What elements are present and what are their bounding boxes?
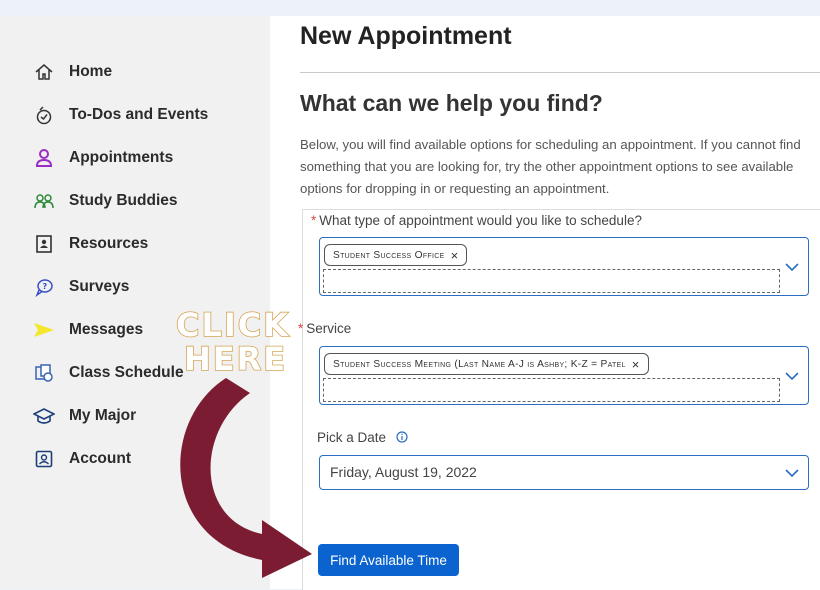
selected-chip: Student Success Meeting (Last Name A-J i… [324,353,649,375]
sidebar-item-label: Resources [69,235,149,252]
chevron-down-icon[interactable] [785,371,799,381]
surveys-icon: ? [33,276,55,298]
main-content: New Appointment What can we help you fin… [270,16,820,590]
sidebar-item-label: Class Schedule [69,364,184,381]
person-icon [33,147,55,169]
sidebar-item-study-buddies[interactable]: Study Buddies [33,190,178,212]
sidebar-item-account[interactable]: Account [33,448,131,470]
service-search-input[interactable] [323,378,780,402]
chip-label: Student Success Office [333,249,445,261]
appointment-type-label: * What type of appointment would you like… [311,213,642,228]
appointment-type-select[interactable]: Student Success Office × [319,237,809,296]
remove-chip-icon[interactable]: × [632,357,640,372]
sidebar-item-surveys[interactable]: ? Surveys [33,276,129,298]
page-title: New Appointment [300,22,512,50]
study-buddies-icon [33,190,55,212]
sidebar-item-appointments[interactable]: Appointments [33,147,173,169]
required-mark: * [298,321,304,336]
sidebar-item-label: Surveys [69,278,130,295]
svg-text:?: ? [43,282,48,291]
sidebar-nav: Home To-Dos and Events Appointments Stud… [0,16,270,589]
graduation-cap-icon [33,405,55,427]
sidebar-item-messages[interactable]: Messages [33,319,143,341]
chip-label: Student Success Meeting (Last Name A-J i… [333,358,626,370]
sidebar-item-label: My Major [69,407,137,424]
todo-icon [33,104,55,126]
chevron-down-icon[interactable] [785,468,799,478]
service-label-text: Service [306,321,352,336]
chevron-down-icon[interactable] [785,262,799,272]
info-icon[interactable] [396,431,408,443]
sidebar-item-resources[interactable]: Resources [33,233,148,255]
service-select[interactable]: Student Success Meeting (Last Name A-J i… [319,346,809,405]
section-heading: What can we help you find? [300,90,603,116]
appointment-type-search-input[interactable] [323,269,780,293]
sidebar-item-class-schedule[interactable]: Class Schedule [33,362,184,384]
home-icon [33,61,55,83]
sidebar-item-label: Account [69,450,131,467]
date-select[interactable]: Friday, August 19, 2022 [319,455,809,490]
class-schedule-icon [33,362,55,384]
selected-chip: Student Success Office × [324,244,468,266]
appointment-type-label-text: What type of appointment would you like … [319,213,642,228]
find-available-time-button[interactable]: Find Available Time [318,544,459,576]
intro-text: Below, you will find available options f… [300,137,801,196]
date-label-text: Pick a Date [317,430,387,445]
sidebar-item-label: Study Buddies [69,192,178,209]
date-label: Pick a Date [317,430,408,445]
sidebar-item-todos[interactable]: To-Dos and Events [33,104,208,126]
service-label: * Service [298,321,351,336]
sidebar-item-home[interactable]: Home [33,61,112,83]
sidebar-item-label: Home [69,63,113,80]
sidebar-item-my-major[interactable]: My Major [33,405,136,427]
date-value: Friday, August 19, 2022 [330,464,477,480]
messages-icon [33,319,55,341]
resources-icon [33,233,55,255]
sidebar-item-label: Messages [69,321,144,338]
remove-chip-icon[interactable]: × [451,248,459,263]
sidebar-item-label: Appointments [69,149,174,166]
account-icon [33,448,55,470]
appointment-form: * What type of appointment would you like… [298,209,820,590]
here-overlay-text: HERE [183,339,288,379]
required-mark: * [311,213,317,228]
title-divider [300,72,820,73]
click-overlay-text: CLICK [175,305,291,345]
sidebar-item-label: To-Dos and Events [69,106,209,123]
